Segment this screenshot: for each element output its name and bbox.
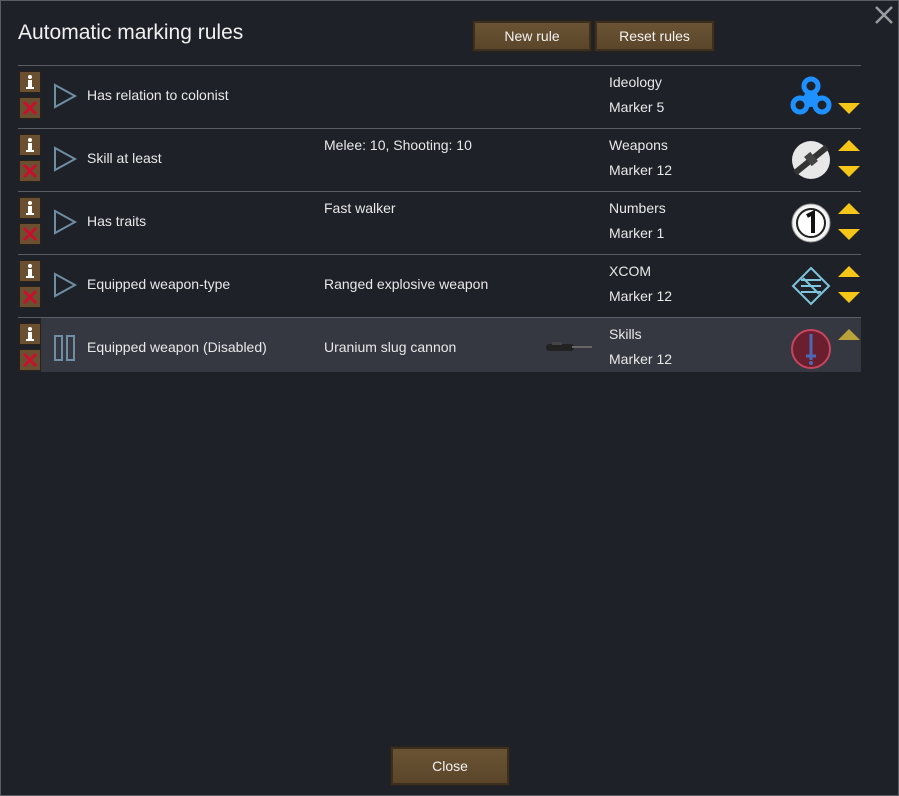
xcom-icon[interactable] [790,265,832,307]
rule-parameter: Uranium slug cannon [324,339,457,355]
info-icon[interactable] [19,260,41,282]
rule-parameter: Ranged explosive weapon [324,276,489,292]
rule-name: Has relation to colonist [87,87,229,103]
rule-row: Has relation to colonist Ideology Marker… [18,65,861,128]
move-down-icon[interactable] [837,164,861,178]
dialog-title: Automatic marking rules [18,21,244,44]
rule-marker: Marker 12 [609,351,673,367]
rule-name: Equipped weapon-type [87,276,231,292]
play-icon[interactable] [52,83,78,109]
rule-marker: Marker 12 [609,162,673,178]
move-up-icon[interactable] [837,139,861,153]
rule-category: Numbers [609,200,666,216]
rifle-icon[interactable] [790,139,832,181]
pause-icon[interactable] [52,335,78,361]
rule-marker: Marker 1 [609,225,665,241]
sword-skill-icon[interactable] [790,328,832,370]
rule-category: Weapons [609,137,668,153]
new-rule-button[interactable]: New rule [472,20,592,52]
info-icon[interactable] [19,71,41,93]
info-icon[interactable] [19,197,41,219]
rule-category: XCOM [609,263,651,279]
number-one-icon[interactable] [790,202,832,244]
info-icon[interactable] [19,323,41,345]
rule-row: Skill at least Melee: 10, Shooting: 10 W… [18,128,861,191]
rule-name: Equipped weapon (Disabled) [87,339,267,355]
move-up-icon[interactable] [837,328,861,342]
close-button[interactable]: Close [390,746,510,786]
rule-row: Equipped weapon-type Ranged explosive we… [18,254,861,317]
rule-name: Has traits [87,213,147,229]
play-icon[interactable] [52,146,78,172]
move-down-icon[interactable] [837,101,861,115]
delete-icon[interactable] [19,97,41,119]
rule-marker: Marker 5 [609,99,665,115]
rule-category: Skills [609,326,642,342]
move-up-icon[interactable] [837,202,861,216]
rule-parameter: Melee: 10, Shooting: 10 [324,137,472,153]
delete-icon[interactable] [19,349,41,371]
move-down-icon[interactable] [837,227,861,241]
marking-rules-dialog: Automatic marking rules New rule Reset r… [0,0,899,796]
move-down-icon[interactable] [837,290,861,304]
rule-parameter: Fast walker [324,200,396,216]
delete-icon[interactable] [19,160,41,182]
close-x-icon[interactable] [872,3,896,27]
play-icon[interactable] [52,209,78,235]
rule-row: Equipped weapon (Disabled) Uranium slug … [18,317,861,372]
rule-row: Has traits Fast walker Numbers Marker 1 [18,191,861,254]
rule-name: Skill at least [87,150,162,166]
reset-rules-button[interactable]: Reset rules [594,20,715,52]
move-up-icon[interactable] [837,265,861,279]
info-icon[interactable] [19,134,41,156]
delete-icon[interactable] [19,223,41,245]
ideology-icon[interactable] [790,76,832,118]
play-icon[interactable] [52,272,78,298]
delete-icon[interactable] [19,286,41,308]
rule-marker: Marker 12 [609,288,673,304]
rule-category: Ideology [609,74,662,90]
uranium-slug-cannon-icon [546,340,592,354]
rules-list: Has relation to colonist Ideology Marker… [18,65,861,372]
